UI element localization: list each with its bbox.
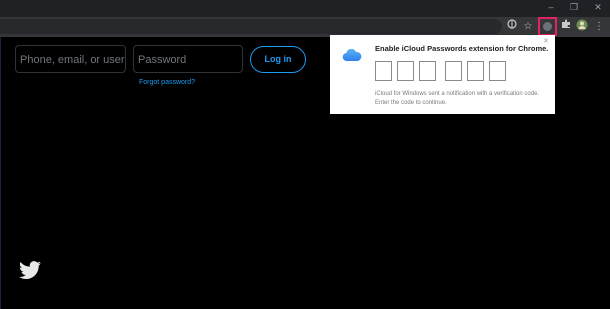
- address-bar[interactable]: [0, 19, 502, 34]
- icloud-extension-button[interactable]: [538, 17, 557, 36]
- code-digit-6[interactable]: [489, 61, 506, 81]
- code-digit-1[interactable]: [375, 61, 392, 81]
- profile-avatar-icon[interactable]: [574, 19, 590, 35]
- code-digit-5[interactable]: [467, 61, 484, 81]
- puzzle-icon[interactable]: [558, 19, 574, 35]
- menu-icon[interactable]: ⋮: [591, 19, 607, 35]
- title-bar: – ❐ ✕: [0, 0, 610, 17]
- close-window-button[interactable]: ✕: [587, 0, 609, 17]
- username-input[interactable]: Phone, email, or user...: [15, 45, 126, 73]
- password-input[interactable]: Password: [133, 45, 243, 73]
- code-digit-3[interactable]: [419, 61, 436, 81]
- star-icon[interactable]: ☆: [520, 19, 536, 35]
- minimize-button[interactable]: –: [540, 0, 562, 17]
- popup-description: iCloud for Windows sent a notification w…: [375, 91, 540, 106]
- icloud-passwords-popup: ✕ Enable iCloud Passwords extension for …: [330, 35, 555, 114]
- twitter-bird-icon: [19, 261, 41, 279]
- login-button[interactable]: Log in: [250, 46, 306, 73]
- icloud-extension-icon: [543, 22, 552, 31]
- translate-icon[interactable]: [504, 19, 520, 35]
- icloud-icon: [342, 49, 362, 61]
- forgot-password-link[interactable]: Forgot password?: [139, 79, 195, 86]
- code-digit-4[interactable]: [445, 61, 462, 81]
- code-digit-2[interactable]: [397, 61, 414, 81]
- popup-title: Enable iCloud Passwords extension for Ch…: [375, 44, 549, 53]
- restore-button[interactable]: ❐: [563, 0, 585, 17]
